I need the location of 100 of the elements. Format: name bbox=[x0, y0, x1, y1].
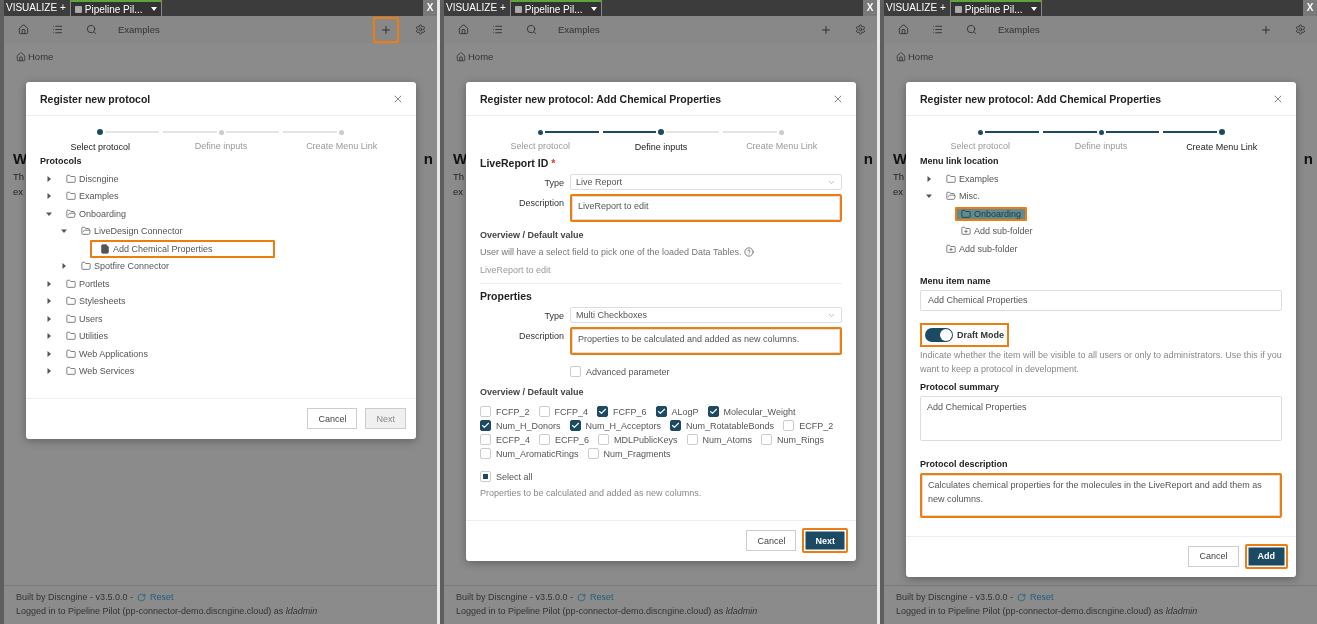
text-area[interactable]: Add Chemical Properties bbox=[920, 395, 1282, 441]
reload-icon[interactable] bbox=[137, 592, 147, 602]
caret-right-icon[interactable] bbox=[46, 280, 52, 287]
close-button[interactable]: X bbox=[1303, 0, 1317, 16]
tree-item[interactable]: Users bbox=[60, 311, 109, 326]
checkbox[interactable]: Num_Atoms bbox=[686, 434, 753, 445]
checkbox[interactable]: FCFP_6 bbox=[597, 406, 647, 417]
page-heading: W bbox=[893, 150, 908, 167]
caret-down-icon[interactable] bbox=[61, 228, 67, 235]
caret-right-icon[interactable] bbox=[46, 333, 52, 340]
reload-icon[interactable] bbox=[577, 592, 587, 602]
add-button[interactable] bbox=[373, 16, 399, 43]
tree-item[interactable]: Web Services bbox=[60, 364, 141, 379]
home-icon[interactable] bbox=[456, 22, 470, 37]
step-label[interactable]: Define inputs bbox=[600, 138, 722, 152]
tree-item[interactable]: Misc. bbox=[940, 189, 986, 204]
caret-right-icon[interactable] bbox=[46, 368, 52, 375]
cancel-button[interactable]: Cancel bbox=[305, 406, 360, 431]
checkbox[interactable]: Num_Rings bbox=[761, 434, 825, 445]
description-field[interactable]: LiveReport to edit bbox=[570, 194, 842, 222]
search-icon[interactable] bbox=[524, 22, 538, 37]
tab[interactable]: Pipeline Pil... bbox=[509, 0, 602, 16]
tree-item[interactable]: Examples bbox=[60, 189, 125, 204]
caret-right-icon[interactable] bbox=[61, 263, 67, 270]
help-icon[interactable] bbox=[744, 247, 755, 257]
checkbox[interactable]: FCFP_4 bbox=[538, 406, 589, 417]
type-select[interactable]: Multi Checkboxes bbox=[570, 307, 842, 323]
tree-item[interactable]: Portlets bbox=[60, 276, 116, 291]
tab[interactable]: Pipeline Pil... bbox=[949, 0, 1042, 16]
tree-item[interactable]: Stylesheets bbox=[60, 294, 132, 309]
folder-icon bbox=[66, 366, 76, 377]
home-icon[interactable] bbox=[16, 22, 30, 37]
menu-name-field[interactable]: Add Chemical Properties bbox=[920, 289, 1282, 311]
check-icon bbox=[570, 421, 580, 430]
toggle-switch[interactable] bbox=[925, 327, 953, 342]
settings-icon[interactable] bbox=[1293, 22, 1307, 37]
field-label: Description bbox=[517, 197, 564, 208]
checkbox[interactable]: Num_RotatableBonds bbox=[670, 420, 775, 431]
search-icon[interactable] bbox=[964, 22, 978, 37]
tree-item[interactable]: Utilities bbox=[60, 329, 114, 344]
settings-icon[interactable] bbox=[853, 22, 867, 37]
caret-right-icon[interactable] bbox=[926, 175, 932, 182]
tab[interactable]: Pipeline Pil... bbox=[69, 0, 162, 16]
checkbox[interactable]: ECFP_6 bbox=[539, 434, 590, 445]
checkbox[interactable]: Num_H_Donors bbox=[480, 420, 561, 431]
subheading: Overview / Default value bbox=[480, 387, 585, 397]
checkbox[interactable]: Num_Fragments bbox=[587, 448, 671, 459]
toolbar-title: Examples bbox=[118, 24, 161, 35]
caret-right-icon[interactable] bbox=[46, 350, 52, 357]
select-all-checkbox[interactable]: Select all bbox=[480, 471, 533, 482]
app-menu[interactable]: VISUALIZE + bbox=[884, 0, 950, 16]
close-button[interactable]: X bbox=[423, 0, 437, 16]
caret-down-icon[interactable] bbox=[46, 210, 52, 217]
settings-icon[interactable] bbox=[413, 22, 427, 37]
checkbox[interactable]: Molecular_Weight bbox=[707, 406, 796, 417]
primary-button[interactable]: Add bbox=[1244, 543, 1288, 569]
page-text: Th bbox=[893, 171, 905, 182]
caret-down-icon[interactable] bbox=[926, 193, 932, 200]
close-button[interactable]: X bbox=[863, 0, 877, 16]
home-icon[interactable] bbox=[896, 22, 910, 37]
cancel-button[interactable]: Cancel bbox=[1186, 543, 1241, 569]
tree-item[interactable]: Discngine bbox=[60, 171, 125, 186]
caret-right-icon[interactable] bbox=[46, 193, 52, 200]
description-field[interactable]: Properties to be calculated and added as new columns. bbox=[570, 327, 842, 355]
folder-plus-icon bbox=[961, 226, 971, 237]
cancel-button[interactable]: Cancel bbox=[744, 528, 799, 553]
reload-icon[interactable] bbox=[1017, 592, 1027, 602]
checkbox[interactable]: Num_H_Acceptors bbox=[569, 420, 662, 431]
tree-item[interactable]: Examples bbox=[940, 171, 1005, 186]
breadcrumb-link[interactable]: Home bbox=[468, 51, 494, 62]
tree-item[interactable]: Add sub-folder bbox=[940, 241, 1024, 256]
checkbox[interactable]: FCFP_2 bbox=[480, 406, 530, 417]
type-select[interactable]: Live Report bbox=[570, 174, 842, 190]
tree-item[interactable]: Web Applications bbox=[60, 346, 154, 361]
tree-item[interactable]: Add Chemical Properties bbox=[90, 239, 275, 258]
checkbox[interactable]: ECFP_2 bbox=[783, 420, 834, 431]
step-label[interactable]: Create Menu Link bbox=[1161, 138, 1282, 152]
app-menu[interactable]: VISUALIZE + bbox=[4, 0, 70, 16]
caret-right-icon[interactable] bbox=[46, 315, 52, 322]
primary-button[interactable]: Next bbox=[802, 528, 848, 553]
tree-item[interactable]: Add sub-folder bbox=[955, 224, 1039, 239]
tree-item[interactable]: Onboarding bbox=[60, 206, 133, 221]
tree-item[interactable]: LiveDesign Connector bbox=[75, 224, 189, 239]
breadcrumb-link[interactable]: Home bbox=[908, 51, 934, 62]
checkbox[interactable]: Num_AromaticRings bbox=[480, 448, 579, 459]
text-area[interactable]: Calculates chemical properties for the molecules in the LiveReport and add them as new columns. bbox=[920, 472, 1282, 518]
checkbox[interactable]: ECFP_4 bbox=[480, 434, 530, 445]
search-icon[interactable] bbox=[84, 22, 98, 37]
caret-right-icon[interactable] bbox=[46, 298, 52, 305]
caret-right-icon[interactable] bbox=[46, 175, 52, 182]
step-label[interactable]: Select protocol bbox=[40, 138, 161, 152]
folder-icon bbox=[961, 208, 971, 219]
app-menu[interactable]: VISUALIZE + bbox=[444, 0, 510, 16]
login-text: Logged in to Pipeline Pilot (pp-connector-demo.discngine.cloud) as ldadmin bbox=[896, 606, 1199, 616]
checkbox[interactable]: MDLPublicKeys bbox=[598, 434, 678, 445]
checkbox[interactable]: Advanced parameter bbox=[570, 366, 670, 377]
checkbox[interactable]: ALogP bbox=[655, 406, 699, 417]
required-mark: * bbox=[551, 157, 556, 169]
tree-item[interactable]: Spotfire Connector bbox=[75, 259, 176, 274]
breadcrumb-link[interactable]: Home bbox=[28, 51, 54, 62]
